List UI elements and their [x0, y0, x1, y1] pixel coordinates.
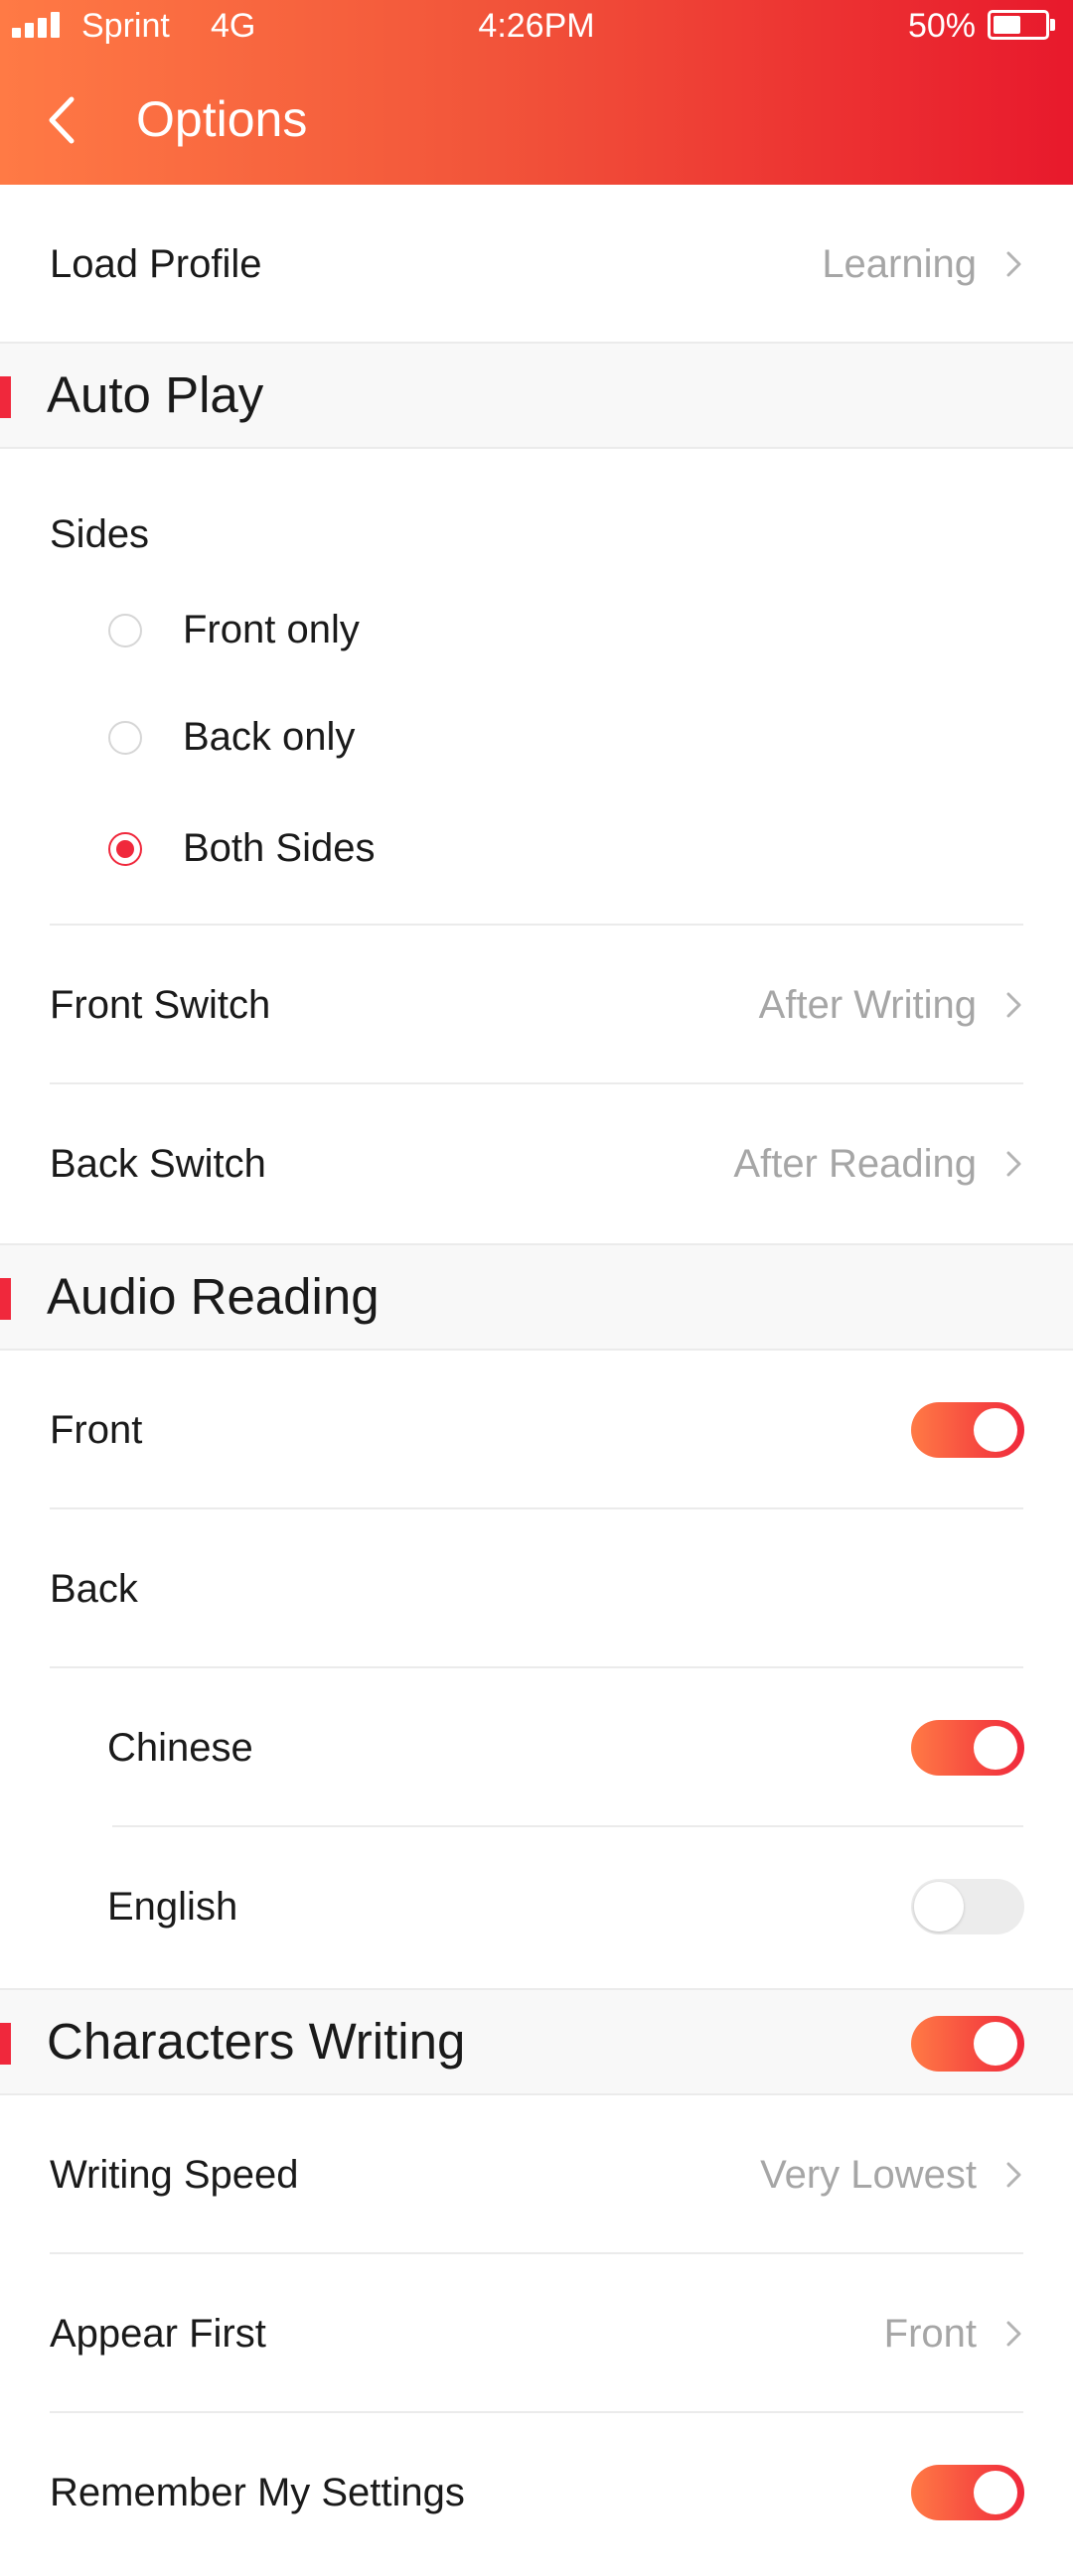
radio-option-both-sides[interactable]: Both Sides: [0, 794, 1073, 902]
audio-chinese-toggle[interactable]: [911, 1720, 1024, 1776]
back-switch-row[interactable]: Back Switch After Reading: [0, 1084, 1073, 1243]
chevron-right-icon: [1006, 992, 1021, 1018]
section-accent-bar: [0, 376, 11, 418]
radio-label: Back only: [183, 715, 356, 759]
remember-settings-toggle[interactable]: [911, 2465, 1024, 2520]
writing-speed-label: Writing Speed: [50, 2153, 299, 2197]
radio-option-front-only[interactable]: Front only: [0, 576, 1073, 683]
toggle-knob: [974, 1408, 1017, 1452]
chevron-right-icon: [1006, 2162, 1021, 2188]
radio-option-back-only[interactable]: Back only: [0, 683, 1073, 790]
section-title: Auto Play: [47, 366, 264, 423]
sides-label: Sides: [50, 512, 150, 556]
characters-writing-toggle[interactable]: [911, 2016, 1024, 2072]
chevron-right-icon: [1006, 1151, 1021, 1177]
audio-chinese-label: Chinese: [107, 1726, 253, 1770]
app-header: Sprint 4G 4:26PM 50% Options: [0, 0, 1073, 185]
radio-label: Front only: [183, 608, 360, 651]
battery-icon: [988, 10, 1057, 40]
radio-button[interactable]: [108, 614, 142, 647]
front-switch-row[interactable]: Front Switch After Writing: [0, 926, 1073, 1084]
toggle-knob: [974, 2471, 1017, 2514]
chevron-right-icon: [1006, 251, 1021, 277]
radio-button-selected[interactable]: [108, 832, 142, 866]
back-button[interactable]: [30, 77, 99, 159]
chevron-left-icon: [49, 96, 75, 144]
section-auto-play: Auto Play: [0, 342, 1073, 449]
front-switch-label: Front Switch: [50, 983, 271, 1027]
audio-back-label: Back: [50, 1567, 138, 1611]
back-switch-label: Back Switch: [50, 1142, 266, 1186]
audio-front-row: Front: [0, 1351, 1073, 1509]
appear-first-value: Front: [883, 2312, 977, 2356]
chevron-right-icon: [1006, 2321, 1021, 2347]
toggle-knob: [974, 1726, 1017, 1770]
status-bar: Sprint 4G 4:26PM 50%: [0, 0, 1073, 52]
front-switch-value: After Writing: [758, 983, 977, 1027]
radio-label: Both Sides: [183, 826, 376, 870]
radio-button[interactable]: [108, 721, 142, 755]
remember-settings-label: Remember My Settings: [50, 2471, 465, 2514]
remember-settings-row: Remember My Settings: [0, 2413, 1073, 2572]
back-switch-value: After Reading: [733, 1142, 977, 1186]
page-title: Options: [136, 91, 308, 147]
section-accent-bar: [0, 1278, 11, 1320]
section-accent-bar: [0, 2023, 11, 2065]
audio-english-label: English: [107, 1885, 238, 1929]
toggle-knob: [974, 2022, 1017, 2066]
audio-english-row: English: [0, 1827, 1073, 1988]
load-profile-row[interactable]: Load Profile Learning: [0, 185, 1073, 342]
toggle-knob: [914, 1882, 964, 1932]
section-audio-reading: Audio Reading: [0, 1243, 1073, 1351]
battery-percent: 50%: [907, 7, 976, 45]
section-characters-writing: Characters Writing: [0, 1988, 1073, 2095]
audio-front-toggle[interactable]: [911, 1402, 1024, 1458]
audio-english-toggle[interactable]: [911, 1879, 1024, 1934]
appear-first-label: Appear First: [50, 2312, 266, 2356]
load-profile-value: Learning: [822, 242, 977, 286]
audio-front-label: Front: [50, 1408, 143, 1452]
appear-first-row[interactable]: Appear First Front: [0, 2254, 1073, 2413]
section-title: Characters Writing: [47, 2013, 466, 2070]
writing-speed-row[interactable]: Writing Speed Very Lowest: [0, 2095, 1073, 2254]
section-title: Audio Reading: [47, 1268, 380, 1325]
writing-speed-value: Very Lowest: [760, 2153, 977, 2197]
audio-back-row: Back: [0, 1509, 1073, 1668]
load-profile-label: Load Profile: [50, 242, 262, 286]
sides-group: Sides Front only Back only Both Sides: [0, 449, 1073, 926]
audio-chinese-row: Chinese: [0, 1668, 1073, 1827]
